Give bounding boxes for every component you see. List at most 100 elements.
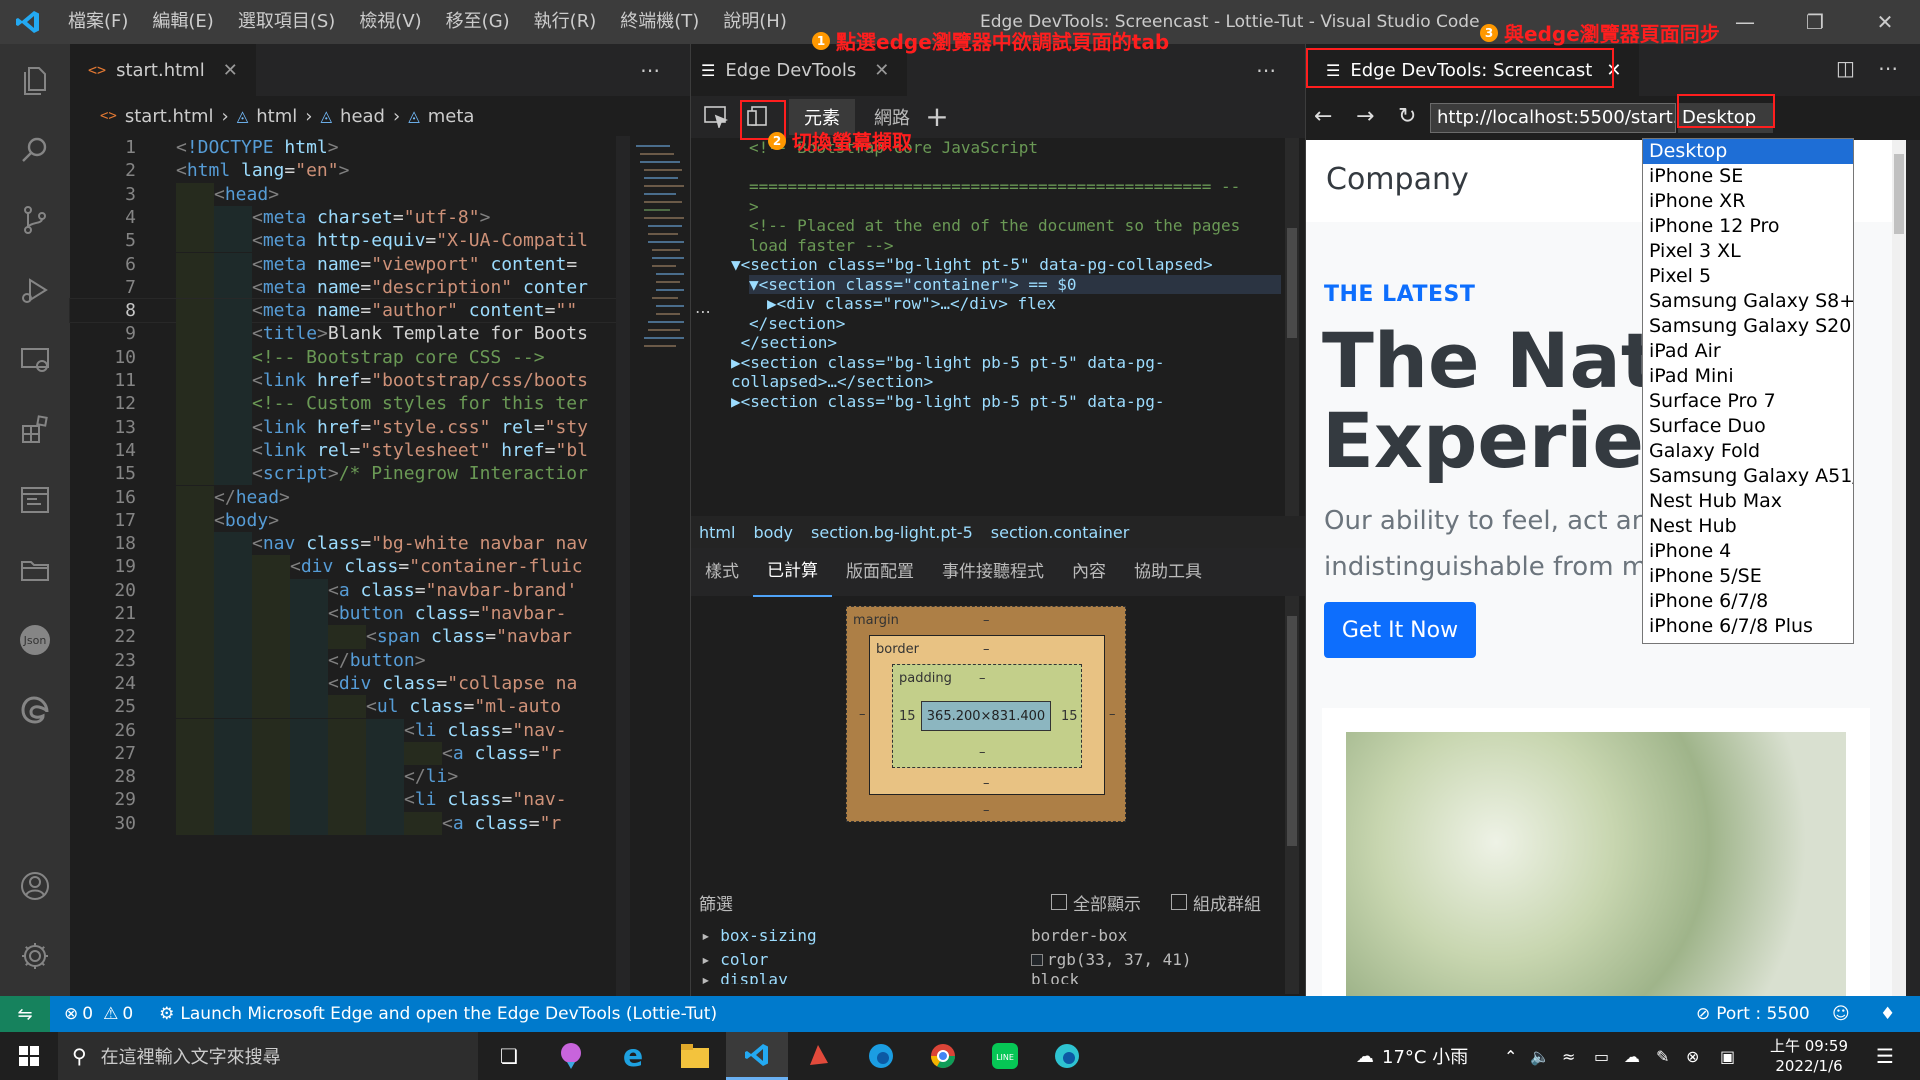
dom-node[interactable]: > <box>749 197 1281 217</box>
breadcrumb-file[interactable]: start.html <box>125 106 214 127</box>
notifications-bell-icon[interactable]: ♦ <box>1880 1004 1895 1024</box>
dom-node[interactable]: ========================================… <box>749 177 1281 197</box>
menu-file[interactable]: 檔案(F) <box>56 0 140 44</box>
line-app-icon[interactable]: LINE <box>974 1032 1036 1080</box>
url-input[interactable]: http://localhost:5500/start.ht <box>1430 103 1676 133</box>
show-all-checkbox[interactable]: 全部顯示 <box>1051 890 1141 915</box>
source-control-icon[interactable] <box>13 198 57 242</box>
menu-terminal[interactable]: 終端機(T) <box>608 0 711 44</box>
breadcrumb-html[interactable]: html <box>256 106 297 127</box>
get-it-now-button[interactable]: Get It Now <box>1324 602 1476 658</box>
code-line[interactable]: 16 </head> <box>70 485 690 509</box>
code-line[interactable]: 6 <meta name="viewport" content= <box>70 252 690 276</box>
device-option[interactable]: Desktop <box>1643 139 1853 164</box>
dom-node[interactable]: ▶<div class="row">…</div> flex <box>767 294 1281 314</box>
dom-node[interactable]: ▶<section class="bg-light pb-5 pt-5" dat… <box>731 353 1281 373</box>
code-line[interactable]: 29 <li class="nav- <box>70 788 690 812</box>
tab-computed[interactable]: 已計算 <box>753 547 832 597</box>
menu-edit[interactable]: 編輯(E) <box>140 0 225 44</box>
code-line[interactable]: 26 <li class="nav- <box>70 718 690 742</box>
dom-node[interactable]: </section> <box>749 314 1281 334</box>
ime-icon[interactable]: ▣ <box>1720 1047 1735 1066</box>
action-center-icon[interactable]: ☰ <box>1876 1044 1894 1068</box>
pinned-app-icon[interactable] <box>540 1032 602 1080</box>
property-row[interactable]: ▸ box-sizing <box>701 924 817 948</box>
page-brand[interactable]: Company <box>1326 162 1469 197</box>
menu-go[interactable]: 移至(G) <box>434 0 522 44</box>
device-option[interactable]: iPhone SE <box>1643 164 1853 189</box>
menu-help[interactable]: 說明(H) <box>711 0 799 44</box>
vscode-logo-icon[interactable] <box>0 9 56 35</box>
breadcrumb-meta[interactable]: meta <box>428 106 475 127</box>
code-line[interactable]: 9 <title>Blank Template for Boots <box>70 322 690 346</box>
code-line[interactable]: 1 <!DOCTYPE html> <box>70 136 690 159</box>
problems-indicator[interactable]: ⊗ 0 ⚠ 0 <box>64 1004 133 1024</box>
live-server-port[interactable]: ⊘ Port : 5500 <box>1696 1004 1810 1024</box>
weather-widget[interactable]: ☁ 17°C 小雨 <box>1356 1043 1468 1069</box>
more-actions-icon[interactable]: ⋯ <box>1878 56 1898 80</box>
device-option[interactable]: Nest Hub <box>1643 514 1853 539</box>
device-option[interactable]: iPad Mini <box>1643 364 1853 389</box>
file-explorer-icon[interactable] <box>664 1032 726 1080</box>
device-option[interactable]: iPhone 12 Pro <box>1643 214 1853 239</box>
forward-arrow-icon[interactable]: → <box>1356 104 1374 129</box>
run-debug-icon[interactable] <box>13 268 57 312</box>
code-line[interactable]: 13 <link href="style.css" rel="sty <box>70 415 690 439</box>
group-checkbox[interactable]: 組成群組 <box>1171 890 1261 915</box>
edge-devtools-icon[interactable] <box>13 478 57 522</box>
reload-icon[interactable]: ↻ <box>1398 104 1416 129</box>
back-arrow-icon[interactable]: ← <box>1314 104 1332 129</box>
dom-node[interactable]: <!-- Placed at the end of the document s… <box>749 216 1281 236</box>
code-line[interactable]: 12 <!-- Custom styles for this ter <box>70 392 690 416</box>
code-line[interactable]: 19 <div class="container-fluic <box>70 555 690 579</box>
task-view-icon[interactable]: ❏ <box>478 1032 540 1080</box>
tab-layout[interactable]: 版面配置 <box>832 548 928 596</box>
json-icon[interactable]: Json <box>13 618 57 662</box>
editor-scrollbar[interactable] <box>616 136 630 996</box>
windows-start-icon[interactable] <box>0 1032 58 1080</box>
crumb-section-bg-light[interactable]: section.bg-light.pt-5 <box>811 523 973 542</box>
device-option[interactable]: iPhone XR <box>1643 189 1853 214</box>
device-option[interactable]: Pixel 5 <box>1643 264 1853 289</box>
remote-indicator-icon[interactable]: ⇋ <box>0 996 50 1032</box>
more-icon[interactable]: ⋯ <box>695 302 711 321</box>
tab-event-listeners[interactable]: 事件接聽程式 <box>928 548 1058 596</box>
code-line[interactable]: 18 <nav class="bg-white navbar nav <box>70 532 690 556</box>
tray-chevron-up-icon[interactable]: ⌃ <box>1504 1047 1517 1066</box>
wifi-icon[interactable]: ≈ <box>1562 1047 1575 1066</box>
inspect-element-icon[interactable] <box>701 102 731 132</box>
code-line[interactable]: 24 <div class="collapse na <box>70 671 690 696</box>
code-line[interactable]: 22 <span class="navbar <box>70 625 690 649</box>
code-line[interactable]: 20 <a class="navbar-brand' <box>70 578 690 602</box>
device-option[interactable]: Surface Pro 7 <box>1643 389 1853 414</box>
computed-scrollbar[interactable] <box>1285 596 1299 994</box>
taskbar-search-box[interactable]: ⚲ 在這裡輸入文字來搜尋 <box>58 1032 478 1080</box>
remote-explorer-icon[interactable] <box>13 338 57 382</box>
crumb-html[interactable]: html <box>699 523 735 542</box>
device-option[interactable]: iPhone 4 <box>1643 539 1853 564</box>
search-icon[interactable] <box>13 128 57 172</box>
pen-icon[interactable]: ✎ <box>1656 1047 1669 1066</box>
pinned-app-icon[interactable] <box>788 1032 850 1080</box>
launch-status[interactable]: ⚙ Launch Microsoft Edge and open the Edg… <box>159 1004 717 1024</box>
code-line[interactable]: 17 <body> <box>70 508 690 533</box>
more-actions-icon[interactable]: ⋯ <box>1256 58 1276 82</box>
code-line[interactable]: 11 <link href="bootstrap/css/boots <box>70 369 690 393</box>
clock[interactable]: 上午 09:59 2022/1/6 <box>1764 1036 1854 1076</box>
split-editor-icon[interactable]: ◫ <box>1836 56 1855 80</box>
color-swatch[interactable] <box>1031 954 1043 966</box>
breadcrumb-head[interactable]: head <box>340 106 385 127</box>
device-option[interactable]: iPad Air <box>1643 339 1853 364</box>
tab-styles[interactable]: 樣式 <box>691 548 753 596</box>
folder-icon[interactable] <box>13 548 57 592</box>
add-tab-icon[interactable]: + <box>919 98 955 134</box>
chrome-icon[interactable] <box>912 1032 974 1080</box>
code-line[interactable]: 8 <meta name="author" content="" <box>69 298 691 324</box>
code-line[interactable]: 28 </li> <box>70 765 690 789</box>
restore-icon[interactable]: ❐ <box>1780 0 1850 44</box>
feedback-icon[interactable]: ☺ <box>1832 1004 1850 1024</box>
account-icon[interactable] <box>13 864 57 908</box>
code-line[interactable]: 23 </button> <box>70 648 690 672</box>
device-option[interactable]: Samsung Galaxy S20 Ultra <box>1643 314 1853 339</box>
menu-view[interactable]: 檢視(V) <box>347 0 433 44</box>
